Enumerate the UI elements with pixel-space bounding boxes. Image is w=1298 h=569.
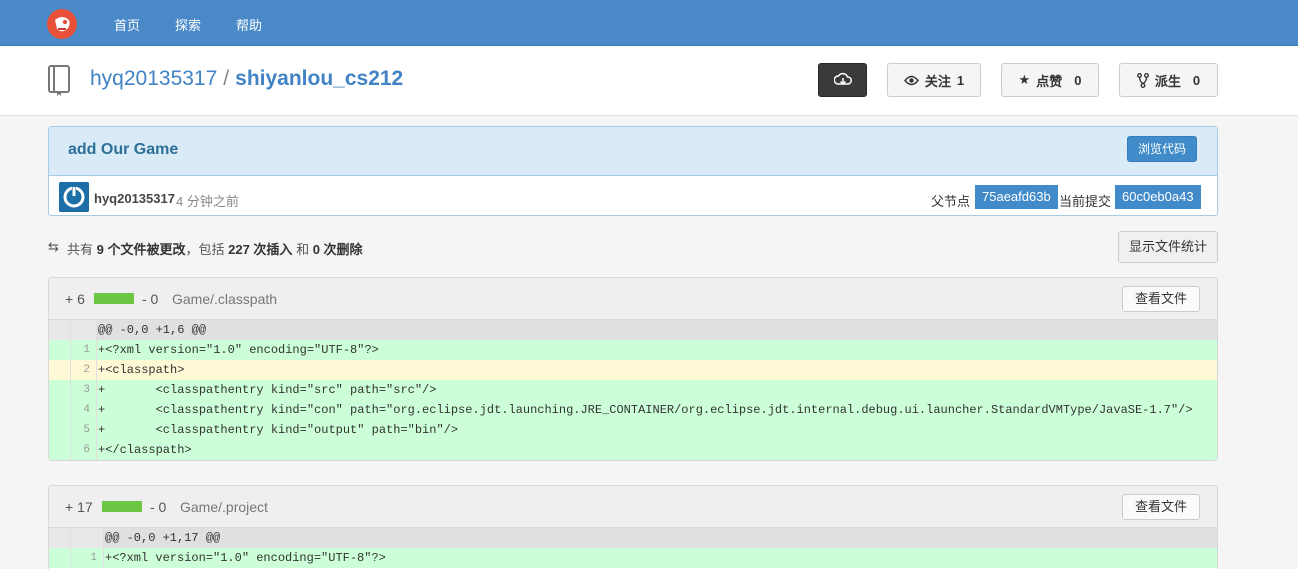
watch-label: 关注 bbox=[924, 73, 951, 89]
file-header: + 17 - 0 Game/.project 查看文件 bbox=[49, 486, 1217, 528]
watch-button[interactable]: 关注 1 bbox=[887, 63, 981, 97]
old-line-num bbox=[49, 340, 71, 360]
table-row: 1 +<?xml version="1.0" encoding="UTF-8"?… bbox=[49, 340, 1217, 360]
sync-icon: ⇆ bbox=[48, 239, 59, 254]
summary-deletions: 0 次删除 bbox=[312, 242, 363, 257]
code-line: +<?xml version="1.0" encoding="UTF-8"?> bbox=[98, 343, 379, 357]
code-line: +<classpath> bbox=[98, 363, 185, 377]
file-name: Game/.project bbox=[180, 499, 268, 515]
parent-label: 父节点 bbox=[931, 194, 971, 209]
repo-name-link[interactable]: shiyanlou_cs212 bbox=[235, 67, 403, 90]
fork-button[interactable]: 派生 0 bbox=[1119, 63, 1218, 97]
repo-owner-link[interactable]: hyq20135317 bbox=[90, 67, 217, 90]
hunk-text: @@ -0,0 +1,6 @@ bbox=[98, 323, 207, 337]
top-navbar: 首页 探索 帮助 bbox=[0, 0, 1298, 46]
file-name: Game/.classpath bbox=[172, 291, 278, 307]
download-button[interactable] bbox=[818, 63, 867, 97]
parent-sha-badge[interactable]: 75aeafd63b bbox=[975, 185, 1058, 209]
new-line-num bbox=[71, 528, 104, 548]
commit-info-box: add Our Game 浏览代码 hyq20135317 4 分钟之前 父节点… bbox=[48, 126, 1218, 216]
repo-header: hyq20135317/shiyanlou_cs212 关注 1 ★ 点赞 0 … bbox=[0, 46, 1298, 116]
cloud-download-icon bbox=[833, 72, 852, 86]
line-number[interactable]: 5 bbox=[71, 420, 97, 440]
code-line: + <classpathentry kind="output" path="bi… bbox=[98, 423, 459, 437]
line-number[interactable]: 3 bbox=[71, 380, 97, 400]
deletions-count: - 0 bbox=[142, 291, 159, 307]
repo-separator: / bbox=[223, 67, 230, 90]
watch-count: 1 bbox=[956, 72, 965, 88]
table-row: 2 +<classpath> bbox=[49, 360, 1217, 380]
commit-header: add Our Game 浏览代码 bbox=[49, 127, 1217, 176]
code-line: + <classpathentry kind="src" path="src"/… bbox=[98, 383, 437, 397]
fork-label: 派生 bbox=[1154, 73, 1181, 89]
view-file-button[interactable]: 查看文件 bbox=[1122, 494, 1200, 520]
old-line-num bbox=[49, 320, 71, 340]
old-line-num bbox=[49, 548, 71, 568]
line-number[interactable]: 1 bbox=[71, 548, 104, 568]
nav-home[interactable]: 首页 bbox=[114, 15, 140, 34]
avatar[interactable] bbox=[59, 182, 89, 212]
diff-summary: 共有 9 个文件被更改，包括 227 次插入 和 0 次删除 bbox=[67, 239, 363, 258]
browse-code-button[interactable]: 浏览代码 bbox=[1126, 136, 1197, 162]
diffstat-bar bbox=[102, 501, 142, 512]
repo-book-icon bbox=[48, 65, 70, 96]
old-line-num bbox=[49, 440, 71, 460]
view-file-button[interactable]: 查看文件 bbox=[1122, 286, 1200, 312]
star-count: 0 bbox=[1074, 72, 1082, 88]
eye-icon bbox=[903, 75, 919, 85]
old-line-num bbox=[49, 420, 71, 440]
star-label: 点赞 bbox=[1036, 73, 1063, 89]
table-row: 3 + <classpathentry kind="src" path="src… bbox=[49, 380, 1217, 400]
diff-code: @@ -0,0 +1,6 @@ 1 +<?xml version="1.0" e… bbox=[49, 320, 1217, 460]
summary-prefix: 共有 bbox=[67, 242, 94, 257]
table-row: 1 +<?xml version="1.0" encoding="UTF-8"?… bbox=[49, 548, 1217, 568]
table-row: 6 +</classpath> bbox=[49, 440, 1217, 460]
line-number[interactable]: 1 bbox=[71, 340, 97, 360]
table-row: 5 + <classpathentry kind="output" path="… bbox=[49, 420, 1217, 440]
hunk-header-row: @@ -0,0 +1,17 @@ bbox=[49, 528, 1217, 548]
summary-mid2: 和 bbox=[296, 242, 310, 257]
additions-count: + 17 bbox=[65, 499, 93, 515]
line-number[interactable]: 2 bbox=[71, 360, 97, 380]
commit-title: add Our Game bbox=[68, 141, 179, 158]
fork-icon bbox=[1136, 72, 1149, 88]
line-number[interactable]: 4 bbox=[71, 400, 97, 420]
deletions-count: - 0 bbox=[150, 499, 167, 515]
commit-author[interactable]: hyq20135317 bbox=[94, 191, 175, 206]
star-button[interactable]: ★ 点赞 0 bbox=[1001, 63, 1099, 97]
old-line-num bbox=[49, 360, 71, 380]
repo-title: hyq20135317 /shiyanlou_cs212 bbox=[90, 67, 403, 91]
summary-files: 9 个文件被更改 bbox=[96, 242, 186, 257]
star-icon: ★ bbox=[1018, 72, 1031, 87]
current-commit-label: 当前提交 bbox=[1059, 194, 1112, 209]
diff-code: @@ -0,0 +1,17 @@ 1 +<?xml version="1.0" … bbox=[49, 528, 1217, 568]
summary-insertions: 227 次插入 bbox=[228, 242, 293, 257]
additions-count: + 6 bbox=[65, 291, 85, 307]
show-file-stats-button[interactable]: 显示文件统计 bbox=[1118, 231, 1218, 263]
table-row: 4 + <classpathentry kind="con" path="org… bbox=[49, 400, 1217, 420]
fork-count: 0 bbox=[1192, 72, 1201, 88]
old-line-num bbox=[49, 380, 71, 400]
current-sha-badge[interactable]: 60c0eb0a43 bbox=[1115, 185, 1201, 209]
code-line: +</classpath> bbox=[98, 443, 192, 457]
hunk-header-row: @@ -0,0 +1,6 @@ bbox=[49, 320, 1217, 340]
code-line: + <classpathentry kind="con" path="org.e… bbox=[98, 403, 1193, 417]
gogs-logo-icon[interactable] bbox=[46, 8, 78, 40]
line-number[interactable]: 6 bbox=[71, 440, 97, 460]
file-header: + 6 - 0 Game/.classpath 查看文件 bbox=[49, 278, 1217, 320]
nav-explore[interactable]: 探索 bbox=[175, 15, 201, 34]
diffstat-bar bbox=[94, 293, 134, 304]
file-diff-project: + 17 - 0 Game/.project 查看文件 @@ -0,0 +1,1… bbox=[48, 485, 1218, 569]
file-diff-classpath: + 6 - 0 Game/.classpath 查看文件 @@ -0,0 +1,… bbox=[48, 277, 1218, 461]
commit-time: 4 分钟之前 bbox=[176, 194, 239, 209]
old-line-num bbox=[49, 400, 71, 420]
code-line: +<?xml version="1.0" encoding="UTF-8"?> bbox=[105, 551, 386, 565]
new-line-num bbox=[71, 320, 97, 340]
hunk-text: @@ -0,0 +1,17 @@ bbox=[105, 531, 221, 545]
summary-mid1: ，包括 bbox=[185, 242, 225, 257]
nav-help[interactable]: 帮助 bbox=[236, 15, 262, 34]
old-line-num bbox=[49, 528, 71, 548]
